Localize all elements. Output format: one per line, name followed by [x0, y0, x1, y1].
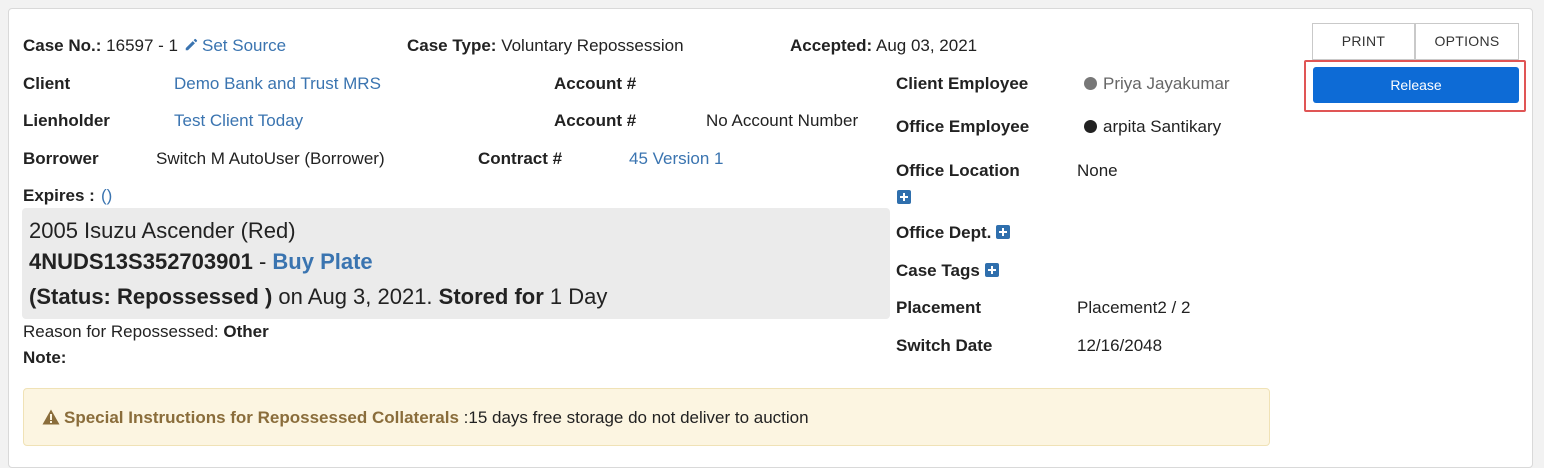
office-location-label: Office Location [896, 161, 1020, 180]
case-number: Case No.: 16597 - 1 Set Source [23, 36, 286, 56]
special-instructions-title: Special Instructions for Repossessed Col… [64, 408, 459, 427]
buy-plate-link[interactable]: Buy Plate [272, 249, 372, 274]
expires-label: Expires : [23, 186, 95, 205]
vin-separator: - [252, 249, 273, 274]
gray-dot-icon [1084, 77, 1097, 90]
set-source-link[interactable]: Set Source [202, 36, 286, 55]
office-employee-label: Office Employee [896, 117, 1030, 136]
vehicle-vin-line: 4NUDS13S352703901 - Buy Plate [29, 249, 373, 275]
warning-icon [42, 409, 60, 425]
vehicle-title: 2005 Isuzu Ascender (Red) [29, 218, 296, 243]
add-case-tag-icon[interactable] [984, 263, 999, 277]
client-employee: Priya Jayakumar [1084, 74, 1230, 94]
special-instructions-line: Special Instructions for Repossessed Col… [42, 408, 809, 428]
add-office-dept-icon[interactable] [996, 225, 1011, 239]
note-label: Note: [23, 348, 67, 367]
accepted-label: Accepted: [790, 36, 873, 55]
case-tags-label: Case Tags [896, 261, 980, 280]
office-dept-label: Office Dept. [896, 223, 992, 242]
case-tags: Case Tags [896, 261, 999, 281]
placement-value: Placement2 / 2 [1077, 298, 1191, 317]
vehicle-status-date: on Aug 3, 2021. [272, 284, 439, 309]
client-link[interactable]: Demo Bank and Trust MRS [174, 74, 381, 94]
release-highlight: Release [1304, 60, 1526, 112]
special-instructions-text: :15 days free storage do not deliver to … [458, 408, 809, 427]
vehicle-vin: 4NUDS13S352703901 [29, 249, 253, 274]
lienholder-link[interactable]: Test Client Today [174, 111, 303, 131]
contract-label: Contract # [478, 149, 563, 168]
reason-label: Reason for Repossessed: [23, 322, 219, 341]
repossess-reason: Reason for Repossessed: Other [23, 322, 269, 342]
accepted: Accepted: Aug 03, 2021 [790, 36, 977, 56]
account-label-1: Account # [554, 74, 637, 93]
print-button[interactable]: PRINT [1312, 23, 1415, 60]
black-dot-icon [1084, 120, 1097, 133]
case-no-value: 16597 - 1 [106, 36, 178, 55]
add-office-location-icon[interactable] [897, 190, 911, 204]
release-button[interactable]: Release [1313, 67, 1519, 103]
client-employee-label: Client Employee [896, 74, 1029, 93]
contract-link[interactable]: 45 Version 1 [629, 149, 724, 169]
lienholder-label: Lienholder [23, 111, 110, 130]
vehicle-status: (Status: Repossessed ) [29, 284, 273, 309]
pencil-icon[interactable] [184, 38, 198, 52]
office-dept: Office Dept. [896, 223, 1011, 243]
vehicle-summary: 2005 Isuzu Ascender (Red) 4NUDS13S352703… [22, 208, 890, 319]
case-type: Case Type: Voluntary Repossession [407, 36, 684, 56]
vehicle-status-line: (Status: Repossessed ) on Aug 3, 2021. S… [29, 284, 607, 310]
case-type-value: Voluntary Repossession [501, 36, 684, 55]
reason-value: Other [223, 322, 269, 341]
account-value-2: No Account Number [706, 111, 859, 130]
client-label: Client [23, 74, 71, 93]
borrower-label: Borrower [23, 149, 99, 168]
client-employee-value: Priya Jayakumar [1103, 74, 1230, 93]
case-no-label: Case No.: [23, 36, 102, 55]
stored-label: Stored for [438, 284, 544, 309]
office-employee: arpita Santikary [1084, 117, 1221, 137]
expires-link[interactable]: () [101, 186, 112, 206]
accepted-value: Aug 03, 2021 [875, 36, 978, 55]
office-location-value: None [1077, 161, 1118, 180]
options-button[interactable]: OPTIONS [1415, 23, 1519, 60]
placement-label: Placement [896, 298, 982, 317]
account-label-2: Account # [554, 111, 637, 130]
switch-date-value: 12/16/2048 [1077, 336, 1163, 355]
borrower-value: Switch M AutoUser (Borrower) [156, 149, 385, 168]
switch-date-label: Switch Date [896, 336, 993, 355]
special-instructions-alert: Special Instructions for Repossessed Col… [23, 388, 1270, 446]
office-employee-value: arpita Santikary [1103, 117, 1222, 136]
case-card: Case No.: 16597 - 1 Set Source Case Type:… [8, 8, 1533, 468]
stored-value: 1 Day [543, 284, 608, 309]
case-type-label: Case Type: [407, 36, 497, 55]
